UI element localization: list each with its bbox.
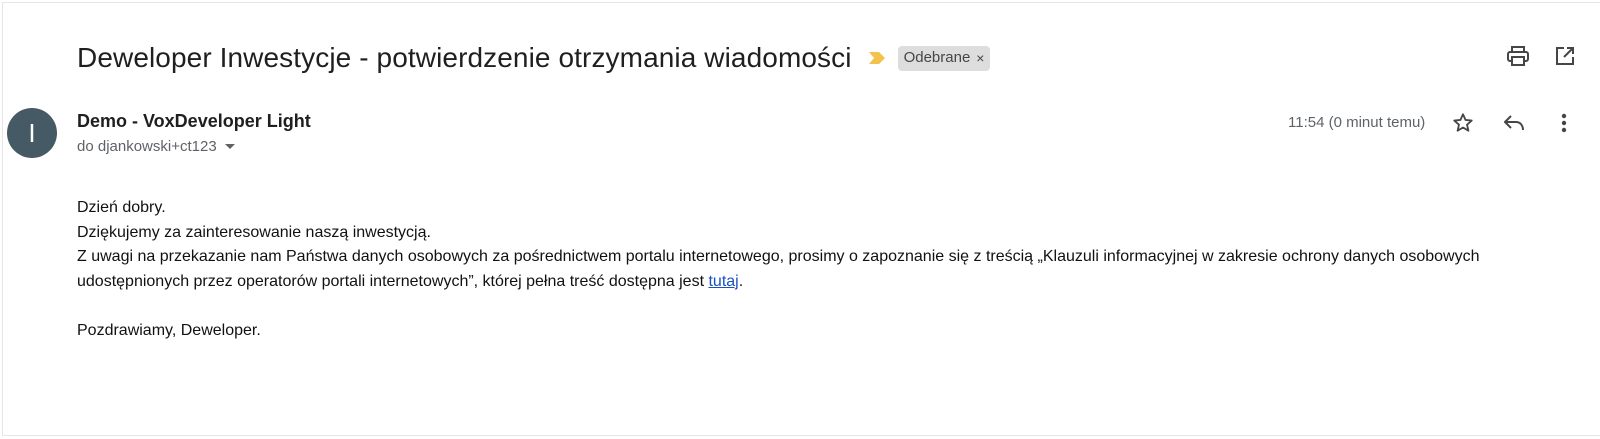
message-body: Dzień dobry. Dziękujemy za zainteresowan… [77, 196, 1557, 343]
more-vertical-icon[interactable] [1552, 111, 1576, 135]
show-details-chevron-down-icon[interactable] [224, 144, 235, 149]
label-chip-text: Odebrane [903, 49, 971, 66]
email-subject: Deweloper Inwestycje - potwierdzenie otr… [77, 42, 852, 73]
star-icon[interactable] [1451, 111, 1475, 135]
privacy-clause-link[interactable]: tutaj [708, 273, 738, 290]
recipient-line: do djankowski+ct123 [77, 138, 235, 155]
message-time: 11:54 (0 minut temu) [1288, 114, 1426, 131]
subject-row: Deweloper Inwestycje - potwierdzenie otr… [77, 38, 991, 78]
print-icon[interactable] [1506, 44, 1530, 68]
body-paragraph: Z uwagi na przekazanie nam Państwa danyc… [77, 245, 1557, 294]
label-chip-inbox: Odebrane × [897, 45, 991, 71]
body-paragraph-end: . [738, 272, 744, 290]
sender-name[interactable]: Demo - VoxDeveloper Light [77, 111, 311, 132]
open-in-new-window-icon[interactable] [1553, 44, 1577, 68]
reply-icon[interactable] [1502, 111, 1526, 135]
body-signature: Pozdrawiamy, Deweloper. [77, 321, 261, 339]
body-thanks: Dziękujemy za zainteresowanie naszą inwe… [77, 223, 431, 241]
importance-marker-icon[interactable] [868, 50, 886, 66]
remove-label-icon[interactable]: × [976, 50, 984, 66]
body-greeting: Dzień dobry. [77, 199, 166, 216]
body-paragraph-text: Z uwagi na przekazanie nam Państwa danyc… [77, 248, 1480, 290]
avatar: I [7, 108, 57, 158]
recipient-text: do djankowski+ct123 [77, 138, 217, 155]
